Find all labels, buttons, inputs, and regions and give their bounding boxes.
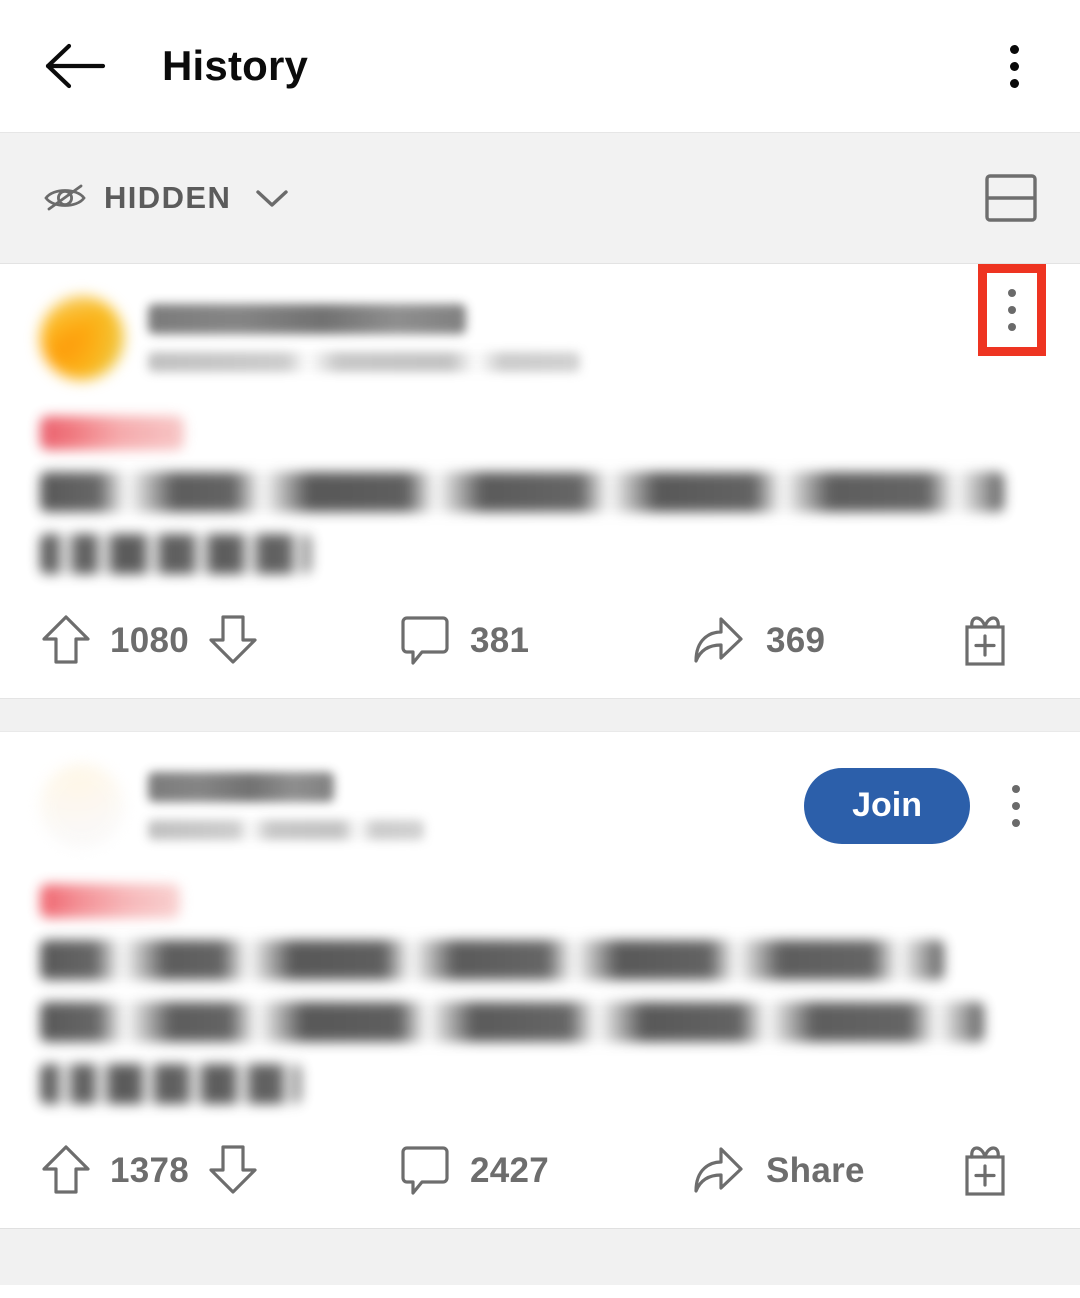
post-flair[interactable] [40, 884, 180, 918]
chevron-down-icon [253, 186, 291, 210]
share-button[interactable]: Share [690, 1143, 958, 1197]
post-header-actions: Join [804, 768, 1044, 844]
post-action-bar: 1378 2427 Share [40, 1126, 1044, 1228]
share-count: 369 [766, 620, 826, 660]
bottom-separator [0, 1228, 1080, 1285]
comments-button[interactable]: 381 [400, 613, 690, 667]
downvote-button[interactable] [207, 1143, 259, 1197]
post-action-bar: 1080 381 369 [40, 596, 1044, 698]
kebab-dot [1009, 78, 1019, 88]
upvote-button[interactable] [40, 1143, 92, 1197]
header-overflow-menu-button[interactable] [982, 29, 1046, 103]
share-arrow-icon [690, 1143, 746, 1197]
filter-label: HIDDEN [104, 180, 232, 215]
comments-button[interactable]: 2427 [400, 1143, 690, 1197]
upvote-count: 1378 [110, 1150, 190, 1190]
post-card[interactable]: 1080 381 369 [0, 264, 1080, 698]
comment-count: 381 [470, 620, 530, 660]
post-overflow-menu-button[interactable] [987, 273, 1037, 347]
title-line [40, 472, 1004, 512]
kebab-dot [1008, 306, 1016, 314]
arrow-left-icon [45, 43, 107, 89]
page-title: History [162, 42, 309, 89]
kebab-menu-icon [1008, 289, 1016, 297]
kebab-dot [1012, 819, 1020, 827]
post-title[interactable] [40, 472, 1044, 574]
comment-bubble-icon [400, 1143, 450, 1197]
award-button[interactable] [958, 612, 1012, 668]
post-flair[interactable] [40, 416, 184, 450]
comment-count: 2427 [470, 1150, 550, 1190]
post-separator [0, 698, 1080, 732]
post-header-text [148, 772, 792, 840]
subreddit-avatar [40, 764, 124, 848]
subreddit-avatar [40, 296, 124, 380]
upvote-count: 1080 [110, 620, 190, 660]
post-card[interactable]: Join 1378 2427 Share [0, 732, 1080, 1228]
share-button[interactable]: 369 [690, 613, 958, 667]
post-metadata [148, 820, 424, 840]
share-label: Share [766, 1150, 865, 1190]
kebab-dot [1012, 802, 1020, 810]
kebab-menu-icon [1012, 785, 1020, 793]
downvote-button[interactable] [207, 613, 259, 667]
upvote-button[interactable] [40, 613, 92, 667]
kebab-dot [1008, 323, 1016, 331]
history-screen: History HIDDEN 1080 381 369 Join 1378 24… [0, 0, 1080, 1298]
vote-group: 1378 [40, 1143, 400, 1197]
app-header: History [0, 0, 1080, 132]
title-line [40, 1064, 302, 1104]
highlight-box [978, 264, 1046, 356]
post-title[interactable] [40, 940, 1044, 1104]
comment-bubble-icon [400, 613, 450, 667]
title-line [40, 1002, 984, 1042]
post-overflow-menu-button[interactable] [988, 771, 1044, 841]
hidden-filter-dropdown[interactable]: HIDDEN [42, 179, 978, 217]
title-line [40, 534, 312, 574]
title-line [40, 940, 944, 980]
eye-off-icon [42, 179, 88, 217]
subreddit-name[interactable] [148, 772, 334, 802]
filter-bar: HIDDEN [0, 132, 1080, 264]
join-button[interactable]: Join [804, 768, 970, 844]
kebab-dot [1009, 61, 1019, 71]
award-gift-icon [958, 612, 1012, 668]
share-arrow-icon [690, 613, 746, 667]
vote-group: 1080 [40, 613, 400, 667]
post-metadata [148, 352, 580, 372]
award-gift-icon [958, 1142, 1012, 1198]
card-layout-icon [982, 169, 1040, 227]
post-header-text [148, 304, 1032, 372]
award-button[interactable] [958, 1142, 1012, 1198]
back-button[interactable] [40, 30, 112, 102]
post-header [40, 264, 1046, 386]
subreddit-name[interactable] [148, 304, 466, 334]
layout-toggle-button[interactable] [978, 165, 1044, 231]
post-header: Join [40, 732, 1044, 854]
kebab-menu-icon [1009, 44, 1019, 54]
